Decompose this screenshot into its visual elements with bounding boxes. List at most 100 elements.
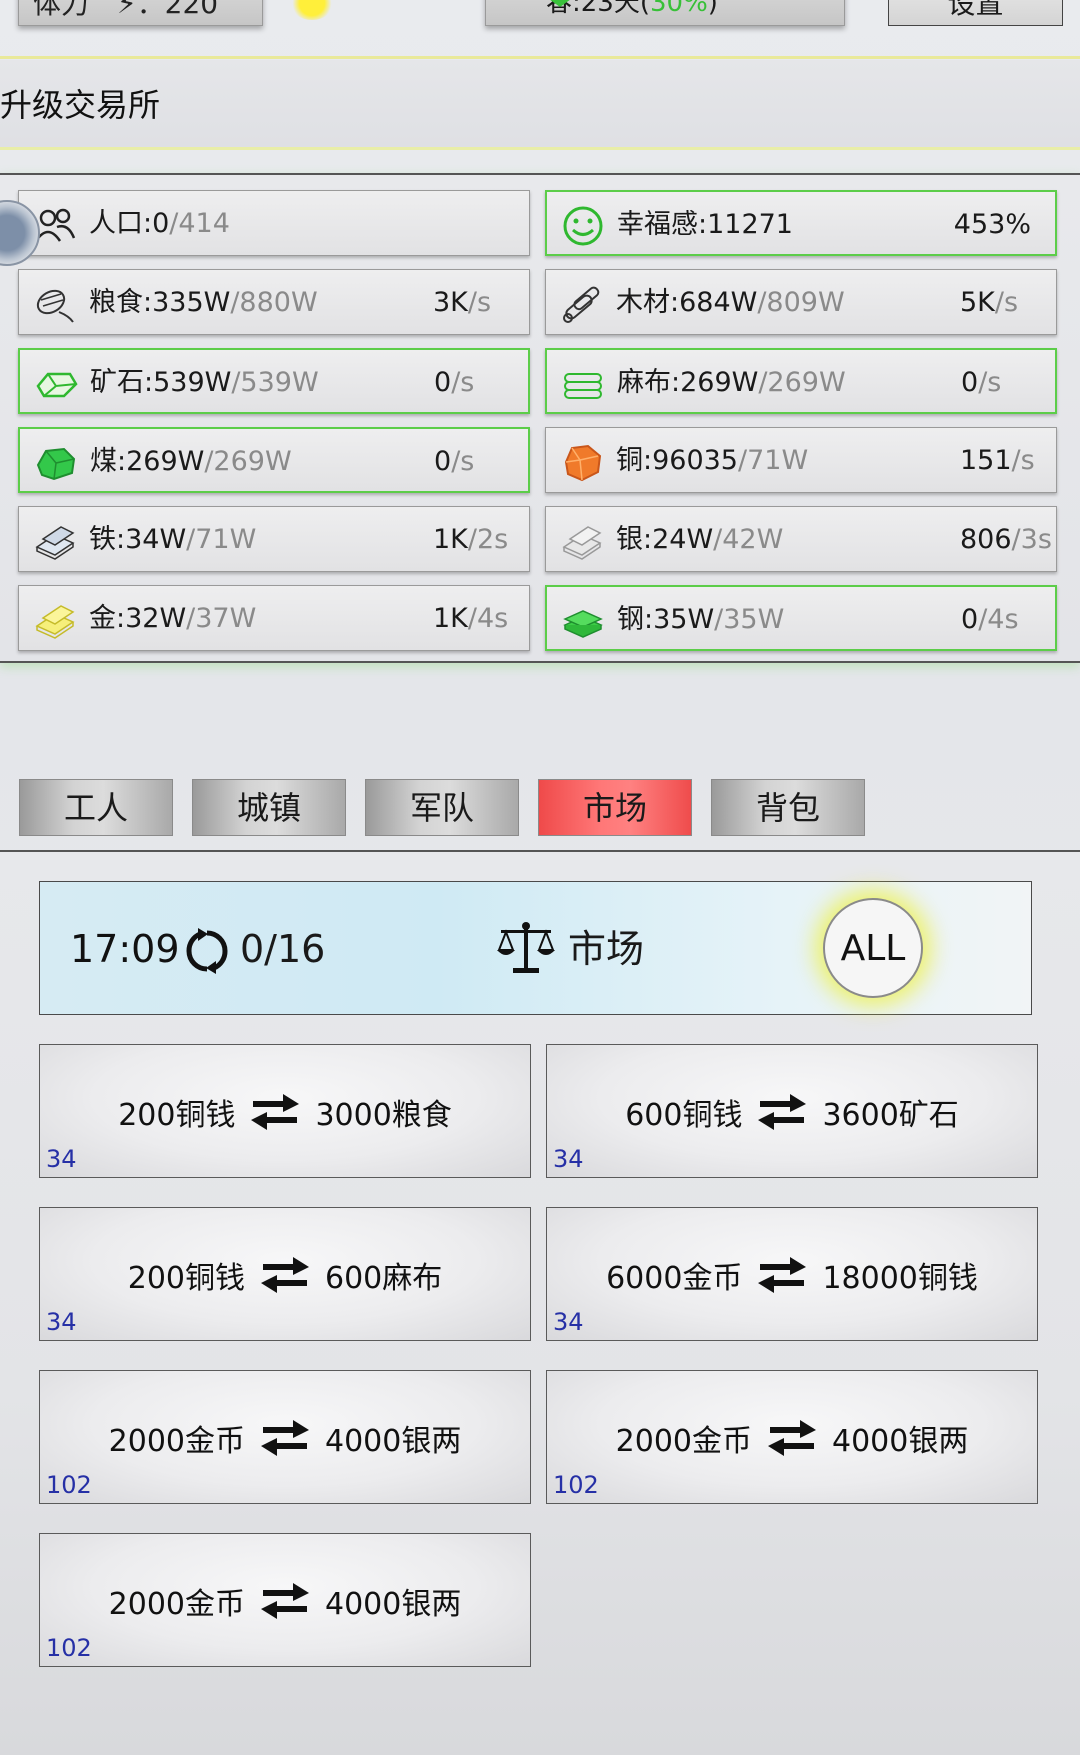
resource-rate: 0/s [434, 367, 475, 398]
swap-arrows-icon [758, 1094, 807, 1130]
resource-cell[interactable]: 粮食:335W/880W 3K/s [18, 269, 530, 335]
trade-offer[interactable]: 200铜钱 3000粮食 34 [39, 1044, 531, 1178]
tab-army[interactable]: 军队 [365, 779, 519, 836]
trade-offer[interactable]: 200铜钱 600麻布 34 [39, 1207, 531, 1341]
settings-label: 设置 [947, 0, 1004, 20]
tab-backpack[interactable]: 背包 [711, 779, 865, 836]
resource-rate: 0/s [434, 446, 475, 477]
trade-line: 2000金币 4000银两 [40, 1371, 530, 1505]
trade-remaining-count: 34 [46, 1308, 77, 1336]
trade-line: 600铜钱 3600矿石 [547, 1045, 1037, 1179]
refresh-count: 0/16 [240, 927, 326, 971]
resource-cell[interactable]: 铁:34W/71W 1K/2s [18, 506, 530, 572]
ore-icon [34, 363, 78, 403]
resource-amount: 矿石:539W/539W [90, 367, 319, 398]
copper-icon [560, 441, 604, 482]
resource-amount: 煤:269W/269W [90, 446, 292, 477]
swap-arrows-icon [261, 1257, 309, 1293]
resource-amount: 钢:35W/35W [617, 604, 785, 635]
linen-icon [561, 363, 605, 403]
season-suffix: ) [707, 0, 718, 18]
trade-get: 3000粮食 [315, 1098, 452, 1133]
resource-cell[interactable]: 金:32W/37W 1K/4s [18, 585, 530, 651]
upgrade-exchange-banner[interactable]: 升级交易所 [0, 60, 1080, 150]
swap-arrows-icon [758, 1257, 807, 1293]
resource-cell[interactable]: 银:24W/42W 806/3s [545, 506, 1057, 572]
silver-icon [560, 520, 604, 560]
resource-cell[interactable]: 煤:269W/269W 0/s [18, 427, 530, 493]
resource-rate: 0/4s [961, 604, 1019, 635]
trade-line: 6000金币 18000铜钱 [547, 1208, 1037, 1342]
trade-offer[interactable]: 2000金币 4000银两 102 [39, 1370, 531, 1504]
tab-town[interactable]: 城镇 [192, 779, 346, 836]
refresh-timer: 17:09 [70, 927, 180, 971]
resource-rate: 1K/2s [433, 524, 509, 555]
resource-panel: 人口:0/414 幸福感:11271 453% 粮食:335W/880W 3K/s 木材:… [0, 173, 1080, 663]
resource-amount: 人口:0/414 [89, 208, 230, 239]
resource-cell[interactable]: 人口:0/414 [18, 190, 530, 256]
scale-icon [497, 922, 555, 973]
sun-icon [290, 0, 334, 20]
tab-market[interactable]: 市场 [538, 779, 692, 836]
trade-line: 200铜钱 600麻布 [40, 1208, 530, 1342]
tab-workers[interactable]: 工人 [19, 779, 173, 836]
resource-amount: 银:24W/42W [616, 524, 784, 555]
resource-rate: 5K/s [960, 287, 1019, 318]
trade-remaining-count: 34 [46, 1145, 77, 1173]
trade-offer[interactable]: 6000金币 18000铜钱 34 [546, 1207, 1038, 1341]
trade-remaining-count: 102 [553, 1471, 599, 1499]
trade-offer[interactable]: 2000金币 4000银两 102 [39, 1533, 531, 1667]
resource-rate: 151/s [960, 445, 1035, 476]
trade-give: 2000金币 [108, 1424, 245, 1459]
divider [0, 56, 1080, 59]
resource-amount: 幸福感:11271 [617, 209, 793, 240]
resource-amount: 铜:96035/71W [616, 445, 809, 476]
all-label: ALL [840, 928, 906, 969]
upgrade-exchange-text: 升级交易所 [0, 86, 161, 124]
resource-rate: 1K/4s [433, 603, 509, 634]
trade-give: 200铜钱 [127, 1261, 245, 1296]
swap-arrows-icon [261, 1583, 309, 1619]
swap-arrows-icon [251, 1094, 300, 1130]
refresh-icon[interactable] [184, 928, 230, 974]
trade-offer[interactable]: 600铜钱 3600矿石 34 [546, 1044, 1038, 1178]
trade-give: 600铜钱 [625, 1098, 743, 1133]
resource-cell[interactable]: 木材:684W/809W 5K/s [545, 269, 1057, 335]
resource-amount: 金:32W/37W [89, 603, 257, 634]
steel-icon [561, 600, 605, 640]
trade-give: 200铜钱 [118, 1098, 236, 1133]
resource-cell[interactable]: 铜:96035/71W 151/s [545, 427, 1057, 493]
resource-amount: 麻布:269W/269W [617, 367, 846, 398]
resource-cell[interactable]: 麻布:269W/269W 0/s [545, 348, 1057, 414]
trade-get: 4000银两 [325, 1424, 462, 1459]
tab-label: 背包 [755, 789, 820, 827]
resource-rate: 3K/s [433, 287, 492, 318]
tab-label: 城镇 [236, 789, 301, 827]
resource-cell[interactable]: 钢:35W/35W 0/4s [545, 585, 1057, 651]
stamina-text: 体力 ⚡：220 [33, 0, 219, 20]
trade-give: 2000金币 [108, 1587, 245, 1622]
resource-rate: 806/3s [960, 524, 1052, 555]
trade-get: 3600矿石 [822, 1098, 959, 1133]
trade-get: 4000银两 [325, 1587, 462, 1622]
market-header: 17:09 0/16 市场 ALL [39, 881, 1032, 1015]
trade-remaining-count: 102 [46, 1634, 92, 1662]
resource-cell[interactable]: 矿石:539W/539W 0/s [18, 348, 530, 414]
settings-button[interactable]: 设置 [888, 0, 1063, 26]
all-button[interactable]: ALL [823, 898, 923, 998]
resource-rate: 0/s [961, 367, 1002, 398]
trade-give: 2000金币 [615, 1424, 752, 1459]
trade-remaining-count: 34 [553, 1308, 584, 1336]
market-title: 市场 [568, 927, 645, 971]
stamina-display: 体力 ⚡：220 [18, 0, 263, 26]
iron-icon [33, 520, 77, 560]
grain-icon [33, 283, 77, 323]
resource-cell[interactable]: 幸福感:11271 453% [545, 190, 1057, 256]
resource-amount: 粮食:335W/880W [89, 287, 318, 318]
tab-label: 市场 [582, 789, 647, 827]
trade-line: 2000金币 4000银两 [547, 1371, 1037, 1505]
trade-line: 2000金币 4000银两 [40, 1534, 530, 1668]
trade-offer[interactable]: 2000金币 4000银两 102 [546, 1370, 1038, 1504]
resource-amount: 铁:34W/71W [89, 524, 257, 555]
happiness-percent: 453% [953, 209, 1031, 240]
